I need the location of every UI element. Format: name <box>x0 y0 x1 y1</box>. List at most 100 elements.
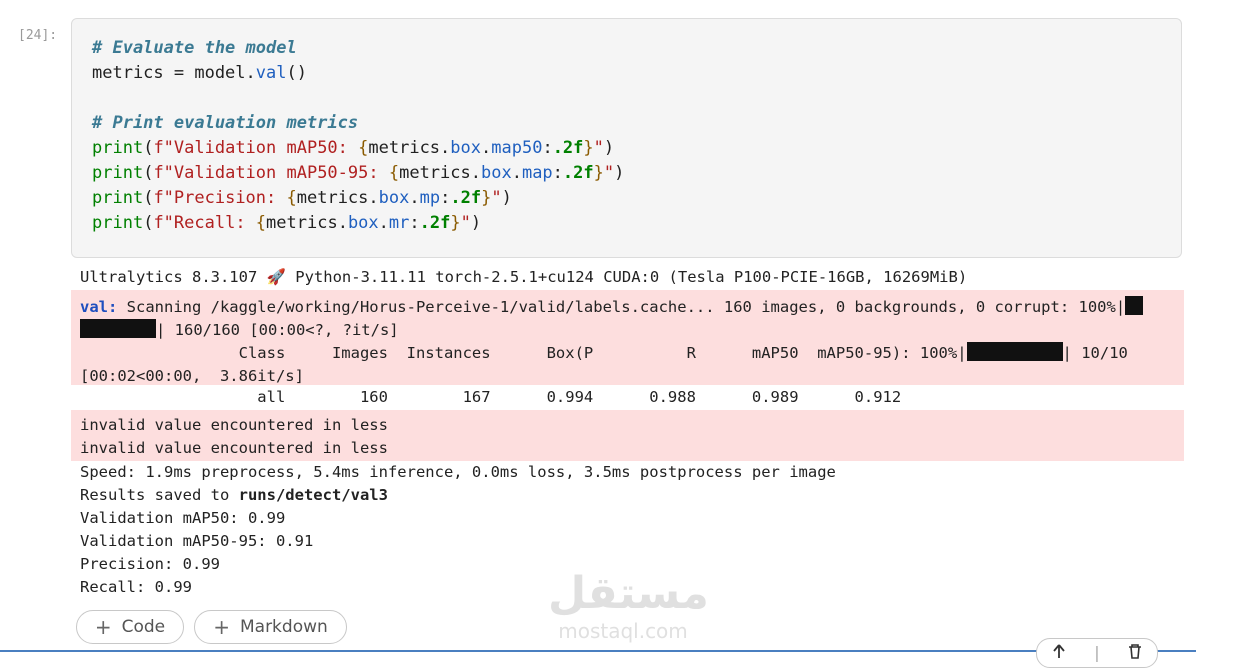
code-token: ) <box>603 138 615 158</box>
metric-line: Validation mAP50-95: 0.91 <box>80 532 314 550</box>
code-line: print(f"Recall: {metrics.box.mr:.2f}") <box>92 211 624 236</box>
code-line: print(f"Precision: {metrics.box.mp:.2f}"… <box>92 186 624 211</box>
code-token: . <box>511 163 522 183</box>
code-token: { <box>358 138 369 158</box>
code-line: # Print evaluation metrics <box>92 111 624 136</box>
code-token: print <box>92 213 144 233</box>
code-token: mp <box>419 188 441 208</box>
code-token: : <box>542 138 553 158</box>
add-markdown-button[interactable]: + Markdown <box>194 610 347 644</box>
code-token: metrics. <box>296 188 379 208</box>
code-token: box <box>378 188 410 208</box>
watermark: مستقل mostaql.com <box>548 568 709 643</box>
code-token: metrics = model. <box>92 63 256 83</box>
scan-progress-tail: | 160/160 [00:00<?, ?it/s] <box>156 321 399 339</box>
cell-toolbar: | <box>1036 638 1158 668</box>
code-token: " <box>603 163 615 183</box>
code-token: ( <box>143 188 154 208</box>
results-row: all 160 167 0.994 0.988 0.989 0.912 <box>80 388 902 406</box>
scan-text: Scanning /kaggle/working/Horus-Perceive-… <box>117 298 1126 316</box>
code-token: ) <box>614 163 625 183</box>
trash-icon[interactable] <box>1127 643 1143 663</box>
code-token: mr <box>388 213 410 233</box>
code-token: . <box>481 138 492 158</box>
warning-line: invalid value encountered in less <box>80 439 388 457</box>
code-token: : <box>440 188 451 208</box>
code-token: f"Validation mAP50-95: <box>153 163 389 183</box>
cell-prompt: [24]: <box>18 28 58 43</box>
stderr-block-progress: val: Scanning /kaggle/working/Horus-Perc… <box>71 290 1184 385</box>
code-token: " <box>593 138 604 158</box>
warning-line: invalid value encountered in less <box>80 416 388 434</box>
code-token: : <box>552 163 563 183</box>
add-code-button[interactable]: + Code <box>76 610 184 644</box>
code-cell[interactable]: # Evaluate the model metrics = model.val(… <box>71 18 1182 258</box>
code-token: print <box>92 188 144 208</box>
plus-icon: + <box>94 615 112 639</box>
code-line: # Evaluate the model <box>92 36 624 61</box>
code-token: ) <box>470 213 482 233</box>
code-token: print <box>92 138 144 158</box>
val-progress-tail: | 10/10 <box>1062 344 1128 362</box>
code-editor[interactable]: # Evaluate the model metrics = model.val(… <box>92 36 624 236</box>
metric-line: Validation mAP50: 0.99 <box>80 509 286 527</box>
code-token: } <box>481 188 492 208</box>
code-token: # Print evaluation metrics <box>92 113 359 133</box>
val-progress-time: [00:02<00:00, 3.86it/s] <box>80 367 304 385</box>
arrow-up-icon[interactable] <box>1051 643 1067 663</box>
plus-icon: + <box>213 615 230 639</box>
scan-progress-bar <box>1125 296 1144 315</box>
code-token: f"Precision: <box>153 188 287 208</box>
val-progress-bar <box>966 342 1063 361</box>
code-token: ( <box>143 138 154 158</box>
speed-line: Speed: 1.9ms preprocess, 5.4ms inference… <box>80 463 836 481</box>
watermark-arabic: مستقل <box>548 568 709 619</box>
code-token: } <box>593 163 604 183</box>
code-token: val <box>255 63 287 83</box>
code-token: map <box>521 163 553 183</box>
code-token: metrics. <box>266 213 348 233</box>
code-token: ( <box>143 213 154 233</box>
scan-progress-bar-cont <box>80 319 156 338</box>
code-token: } <box>450 213 461 233</box>
code-token: metrics. <box>399 163 481 183</box>
results-saved-prefix: Results saved to <box>80 486 239 504</box>
code-token: .2f <box>419 213 451 233</box>
bottom-focus-line <box>0 650 1196 652</box>
code-line: print(f"Validation mAP50-95: {metrics.bo… <box>92 161 624 186</box>
code-token: f"Recall: <box>153 213 256 233</box>
code-token: .2f <box>552 138 584 158</box>
code-token: ) <box>501 188 512 208</box>
code-token: } <box>583 138 594 158</box>
code-token: : <box>409 213 420 233</box>
code-token: metrics. <box>368 138 451 158</box>
code-token: { <box>286 188 297 208</box>
metrics-header: Class Images Instances Box(P R mAP50 mAP… <box>80 344 967 362</box>
code-token: " <box>460 213 471 233</box>
code-token: # Evaluate the model <box>92 38 297 58</box>
separator-icon: | <box>1094 643 1100 662</box>
code-token: () <box>286 63 307 83</box>
code-token: . <box>378 213 389 233</box>
code-token: ( <box>143 163 154 183</box>
code-token: box <box>450 138 481 158</box>
add-markdown-label: Markdown <box>239 617 328 637</box>
output-env-line: Ultralytics 8.3.107 🚀 Python-3.11.11 tor… <box>80 268 968 286</box>
watermark-latin: mostaql.com <box>558 619 688 643</box>
code-token: print <box>92 163 144 183</box>
stderr-block-warnings: invalid value encountered in less invali… <box>71 410 1184 461</box>
code-token: { <box>388 163 400 183</box>
code-token: .2f <box>450 188 482 208</box>
code-token: . <box>409 188 420 208</box>
code-token: { <box>255 213 267 233</box>
code-line: metrics = model.val() <box>92 61 624 86</box>
code-token: f"Validation mAP50: <box>153 138 359 158</box>
results-saved-line: Results saved to runs/detect/val3 <box>80 486 388 504</box>
code-line: print(f"Validation mAP50: {metrics.box.m… <box>92 136 624 161</box>
results-saved-path: runs/detect/val3 <box>238 486 388 504</box>
metric-line: Precision: 0.99 <box>80 555 220 573</box>
code-token: box <box>480 163 512 183</box>
val-label: val: <box>80 298 118 316</box>
add-code-label: Code <box>121 617 166 637</box>
